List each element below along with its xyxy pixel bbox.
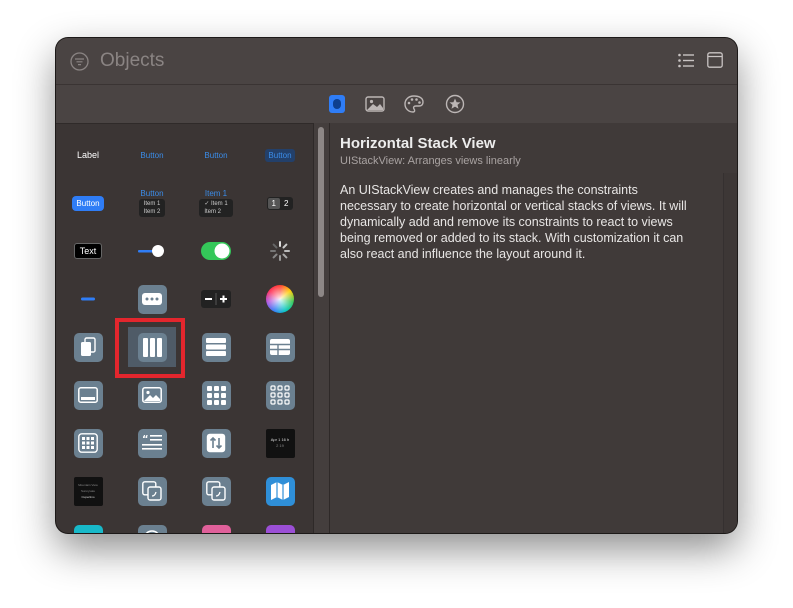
detail-description: An UIStackView creates and manages the c… [340, 183, 687, 261]
library-scrollbar[interactable] [318, 127, 324, 297]
label-object[interactable]: Label [56, 131, 120, 179]
text-view-icon: “ [137, 428, 167, 458]
picker-wheel-icon: Mountain View Sunnyvale Cupertino [73, 476, 103, 506]
table-view-object[interactable] [248, 323, 312, 371]
svg-text:“: “ [142, 434, 149, 445]
visual-effect-view-object[interactable] [120, 467, 184, 515]
text-view-object[interactable]: “ [120, 419, 184, 467]
map-view-object[interactable] [248, 467, 312, 515]
color-well-object[interactable] [248, 275, 312, 323]
map-icon [265, 476, 295, 506]
library-tab-bar [56, 84, 737, 124]
slider-object[interactable] [120, 227, 184, 275]
detail-scroll-track[interactable] [723, 173, 737, 533]
picker-view-object[interactable]: Mountain View Sunnyvale Cupertino [56, 467, 120, 515]
collection-grid-icon [201, 380, 231, 410]
view-object[interactable] [56, 371, 120, 419]
progress-bar-icon [81, 297, 95, 301]
dotted-grid-icon [265, 380, 295, 410]
gray-button-object[interactable]: Button [184, 131, 248, 179]
pull-down-popup: ✓ Item 1 Item 2 [199, 199, 233, 217]
page-control-object[interactable] [120, 275, 184, 323]
vertical-stack-view-object[interactable] [184, 323, 248, 371]
menu-button-object[interactable]: Button Item 1 Item 2 [120, 179, 184, 227]
segmented-control-object[interactable]: 1 2 [248, 179, 312, 227]
date-picker-icon: Apr 1 16 h 2 19 [265, 428, 295, 458]
date-picker-object[interactable]: Apr 1 16 h 2 19 [248, 419, 312, 467]
tab-symbols[interactable] [445, 94, 465, 114]
detail-subtitle: UIStackView: Arranges views linearly [340, 155, 521, 167]
scroll-arrows-icon [201, 428, 231, 458]
arkit-icon [265, 524, 295, 533]
list-view-icon[interactable] [678, 53, 694, 68]
switch-object[interactable] [184, 227, 248, 275]
table-icon [265, 332, 295, 362]
pages-icon [73, 332, 103, 362]
page-view-controller-object[interactable] [56, 323, 120, 371]
vertical-stack-icon [201, 332, 231, 362]
globe-icon [137, 524, 167, 533]
title-bar: Objects [56, 38, 737, 84]
detail-panel-icon[interactable] [707, 52, 723, 68]
text-field-object[interactable]: Text [56, 227, 120, 275]
filled-button-object[interactable]: Button [56, 179, 120, 227]
arkit-view-object[interactable] [248, 515, 312, 533]
stepper-object[interactable] [184, 275, 248, 323]
visual-effect-vibrancy-object[interactable] [184, 467, 248, 515]
selection-highlight [115, 318, 185, 378]
web-view-object[interactable] [120, 515, 184, 533]
progress-view-object[interactable] [56, 275, 120, 323]
gamekit-icon [201, 524, 231, 533]
page-control-icon [137, 284, 167, 314]
button-object[interactable]: Button [120, 131, 184, 179]
scroll-view-object[interactable] [184, 419, 248, 467]
effect-view-icon [137, 476, 167, 506]
tab-colors[interactable] [404, 94, 424, 114]
objects-library-window: Objects Label Button Button Button Butto… [56, 38, 737, 533]
scenekit-view-object[interactable] [56, 515, 120, 533]
filter-icon[interactable] [70, 52, 89, 71]
image-view-object[interactable] [120, 371, 184, 419]
menu-popup: Item 1 Item 2 [138, 199, 166, 217]
scenekit-icon [73, 524, 103, 533]
image-view-icon [137, 380, 167, 410]
grid-cell-icon [73, 428, 103, 458]
color-wheel-icon [266, 285, 294, 313]
tab-media[interactable] [365, 94, 385, 114]
view-icon [73, 380, 103, 410]
tab-objects[interactable] [327, 94, 347, 114]
slider-icon [138, 245, 164, 257]
collection-view-controller-object[interactable] [248, 371, 312, 419]
activity-indicator-object[interactable] [248, 227, 312, 275]
window-title: Objects [100, 50, 165, 71]
vibrancy-view-icon [201, 476, 231, 506]
spinner-icon [270, 241, 290, 261]
collection-cell-object[interactable] [56, 419, 120, 467]
detail-pane: Horizontal Stack View UIStackView: Arran… [329, 123, 737, 533]
detail-title: Horizontal Stack View [340, 135, 496, 152]
stepper-icon [201, 290, 231, 308]
tinted-button-object[interactable]: Button [248, 131, 312, 179]
pull-down-button-object[interactable]: Item 1 ✓ Item 1 Item 2 [184, 179, 248, 227]
switch-icon [201, 242, 231, 260]
collection-view-object[interactable] [184, 371, 248, 419]
gamekit-view-object[interactable] [184, 515, 248, 533]
